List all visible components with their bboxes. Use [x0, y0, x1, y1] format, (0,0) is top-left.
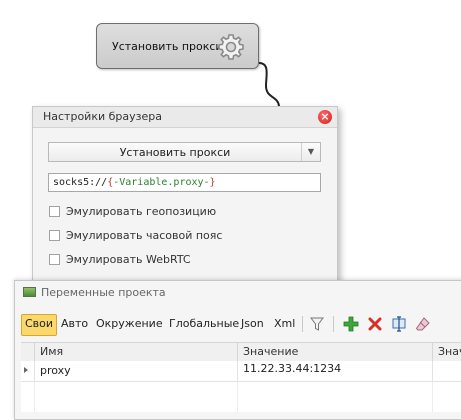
vars-title-bar: Переменные проекта [15, 281, 461, 303]
gear-icon [218, 34, 244, 60]
action-node[interactable]: Установить прокси [96, 23, 259, 69]
proxy-input[interactable]: socks5://{-Variable.proxy-} [48, 173, 321, 192]
column-divider [34, 382, 35, 412]
column-header-name[interactable]: Имя [40, 345, 63, 358]
tab-global[interactable]: Глобальные [169, 314, 239, 334]
toolbar-divider [333, 316, 334, 332]
panel-title: Настройки браузера [43, 110, 162, 123]
column-divider [237, 361, 238, 381]
emulate-webrtc-checkbox[interactable] [49, 254, 60, 265]
column-divider [237, 382, 238, 412]
edit-icon[interactable] [391, 316, 407, 332]
proxy-close-brace: } [209, 177, 216, 188]
tab-custom[interactable]: Свои [21, 314, 58, 336]
tab-environment[interactable]: Окружение [96, 314, 163, 334]
project-variables-panel: Переменные проекта Свои Авто Окружение Г… [14, 280, 461, 420]
panel-title-bar: Настройки браузера × [33, 107, 337, 128]
action-select[interactable]: Установить прокси ▼ [48, 142, 321, 162]
column-divider [432, 382, 433, 412]
column-divider [34, 361, 35, 381]
toolbar-divider [302, 316, 303, 332]
emulate-timezone-checkbox[interactable] [49, 230, 60, 241]
tab-auto[interactable]: Авто [61, 314, 88, 334]
close-icon[interactable]: × [318, 110, 332, 124]
emulate-timezone-label: Эмулировать часовой пояс [66, 229, 223, 242]
filter-icon[interactable] [309, 316, 325, 332]
action-node-label: Установить прокси [112, 40, 223, 53]
variables-icon [23, 287, 36, 297]
emulate-geolocation-checkbox[interactable] [49, 206, 60, 217]
tab-json[interactable]: Json [241, 314, 264, 334]
vars-title: Переменные проекта [41, 286, 166, 299]
vars-grid-header: Имя Значение Значе [21, 342, 461, 362]
browser-settings-panel: Настройки браузера × Установить прокси ▼… [32, 106, 338, 290]
emulate-geolocation-label: Эмулировать геопозицию [66, 205, 217, 218]
emulate-webrtc-label: Эмулировать WebRTC [66, 253, 191, 266]
vars-grid-empty-area [21, 382, 461, 412]
table-row[interactable]: proxy 11.22.33.44:1234 [21, 361, 461, 382]
chevron-down-icon[interactable]: ▼ [301, 143, 320, 161]
add-icon[interactable] [343, 316, 359, 332]
proxy-variable: -Variable.proxy- [113, 177, 210, 188]
variable-value-cell[interactable]: 11.22.33.44:1234 [243, 362, 341, 375]
proxy-prefix: socks5:// [53, 177, 108, 188]
column-divider [34, 343, 35, 361]
eraser-icon[interactable] [415, 316, 431, 332]
column-header-extra[interactable]: Значе [438, 345, 461, 358]
column-divider [432, 343, 433, 361]
delete-icon[interactable] [367, 316, 383, 332]
action-select-value: Установить прокси [119, 146, 231, 159]
column-divider [237, 343, 238, 361]
column-divider [432, 361, 433, 381]
column-header-value[interactable]: Значение [243, 345, 298, 358]
variable-name-cell[interactable]: proxy [40, 364, 71, 377]
tab-xml[interactable]: Xml [274, 314, 295, 334]
row-expand-icon[interactable] [24, 367, 28, 373]
